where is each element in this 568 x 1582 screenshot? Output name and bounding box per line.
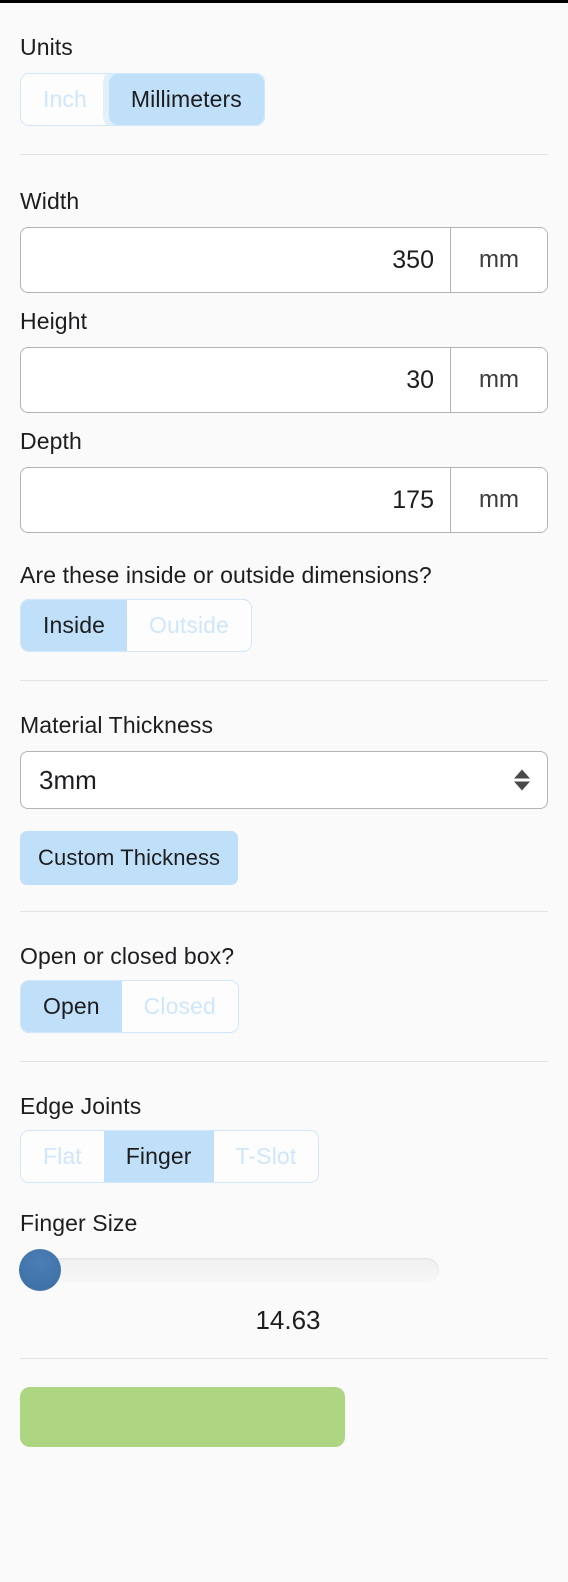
inside-outside-section: Are these inside or outside dimensions? …	[20, 561, 548, 652]
box-generator-settings-panel: Units Inch Millimeters Width mm Height m…	[0, 3, 568, 1447]
material-thickness-select-wrap[interactable]: 3mm	[20, 751, 548, 809]
height-label: Height	[20, 308, 88, 334]
units-option-inch[interactable]: Inch	[21, 74, 109, 125]
units-section: Units Inch Millimeters	[20, 3, 548, 126]
width-input[interactable]	[21, 228, 450, 292]
units-segmented-control[interactable]: Inch Millimeters	[20, 73, 265, 126]
finger-size-label: Finger Size	[20, 1210, 138, 1236]
edge-joints-segmented-control[interactable]: Flat Finger T-Slot	[20, 1130, 320, 1183]
finger-size-slider-track[interactable]	[19, 1258, 439, 1282]
box-style-segmented-control[interactable]: Open Closed	[20, 980, 239, 1033]
box-style-section: Open or closed box? Open Closed	[20, 930, 548, 1033]
height-input[interactable]	[21, 348, 450, 412]
edge-joints-option-finger[interactable]: Finger	[103, 1131, 214, 1182]
inside-outside-option-outside[interactable]: Outside	[126, 600, 251, 651]
dimensions-section: Width mm Height mm Depth mm	[20, 173, 548, 533]
finger-size-slider-thumb[interactable]	[19, 1249, 61, 1291]
depth-label: Depth	[20, 428, 82, 454]
material-thickness-label: Material Thickness	[20, 712, 214, 738]
box-style-label: Open or closed box?	[20, 943, 235, 969]
box-style-option-closed[interactable]: Closed	[121, 981, 238, 1032]
edge-joints-option-t-slot[interactable]: T-Slot	[213, 1131, 319, 1182]
finger-size-section: Finger Size 14.63	[19, 1209, 548, 1336]
inside-outside-segmented-control[interactable]: Inside Outside	[20, 599, 252, 652]
material-thickness-section: Material Thickness 3mm Custom Thickness	[20, 699, 548, 885]
units-label: Units	[20, 34, 73, 60]
divider-finger-size	[20, 1358, 548, 1359]
finger-size-slider[interactable]	[19, 1247, 548, 1293]
edge-joints-section: Edge Joints Flat Finger T-Slot	[20, 1080, 548, 1183]
units-option-millimeters[interactable]: Millimeters	[108, 74, 264, 125]
width-unit-suffix: mm	[450, 228, 547, 292]
depth-input-row[interactable]: mm	[20, 467, 548, 533]
width-input-row[interactable]: mm	[20, 227, 548, 293]
width-label: Width	[20, 188, 80, 214]
depth-unit-suffix: mm	[450, 468, 547, 532]
depth-input[interactable]	[21, 468, 450, 532]
finger-size-value: 14.63	[255, 1305, 321, 1335]
height-unit-suffix: mm	[450, 348, 547, 412]
edge-joints-label: Edge Joints	[20, 1093, 142, 1119]
edge-joints-option-flat[interactable]: Flat	[21, 1131, 104, 1182]
inside-outside-label: Are these inside or outside dimensions?	[20, 562, 432, 588]
height-input-row[interactable]: mm	[20, 347, 548, 413]
inside-outside-option-inside[interactable]: Inside	[21, 600, 127, 651]
divider-material	[20, 911, 548, 912]
divider-box-style	[20, 1061, 548, 1062]
box-style-option-open[interactable]: Open	[21, 981, 122, 1032]
custom-thickness-button[interactable]: Custom Thickness	[20, 831, 239, 885]
material-thickness-select[interactable]: 3mm	[20, 751, 548, 809]
generate-button[interactable]	[20, 1387, 345, 1447]
divider-units	[20, 154, 548, 155]
divider-dimensions	[20, 680, 548, 681]
